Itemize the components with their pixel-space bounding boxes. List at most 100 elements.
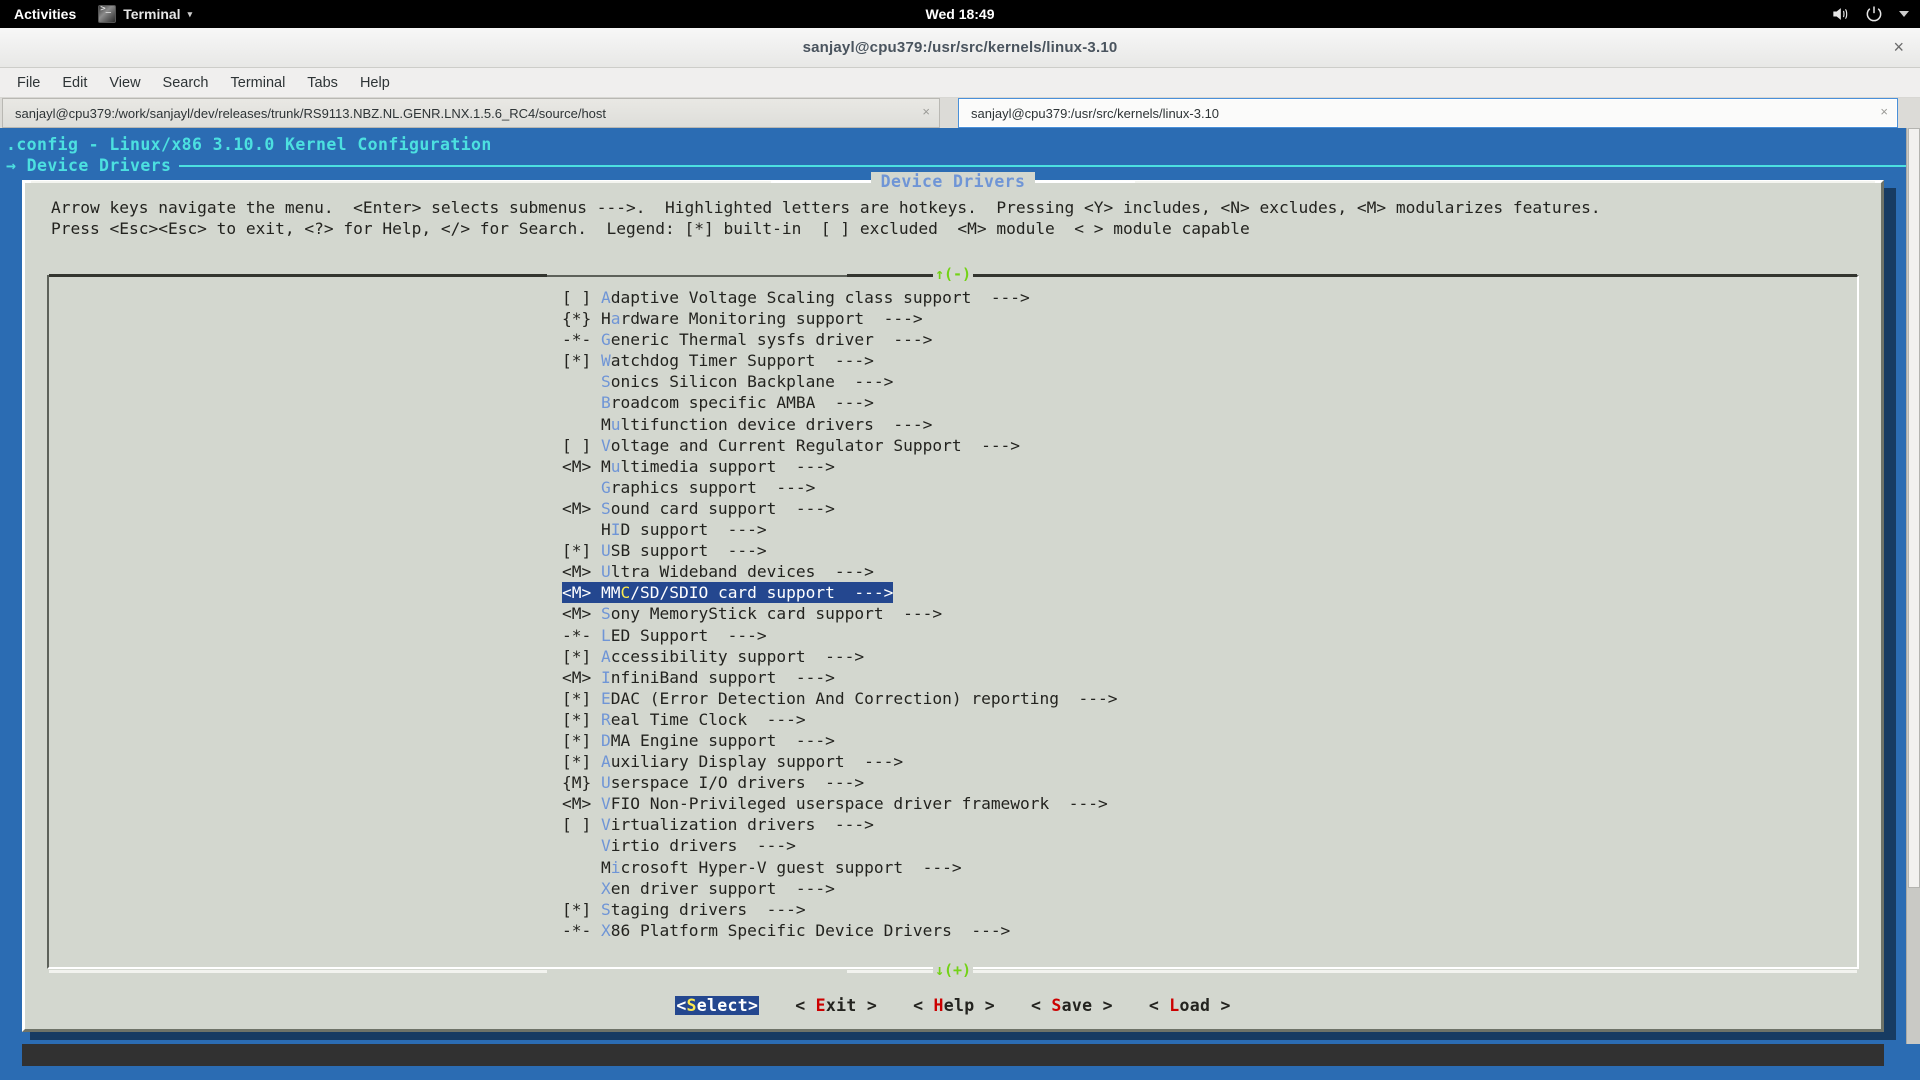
menu-item-state — [562, 372, 601, 391]
instructions-line-1: Arrow keys navigate the menu. <Enter> se… — [51, 198, 1601, 217]
menu-item-state: [*] — [562, 646, 601, 666]
menu-item-hotkey: S — [600, 899, 611, 919]
menu-item-selected[interactable]: <M> MMC/SD/SDIO card support ---> — [562, 582, 894, 604]
menu-item[interactable]: [*] DMA Engine support ---> — [49, 730, 1857, 751]
menu-item[interactable]: [*] Auxiliary Display support ---> — [49, 751, 1857, 772]
menu-item-label-post: daptive Voltage Scaling class support --… — [610, 288, 1030, 307]
menu-item[interactable]: [*] Staging drivers ---> — [49, 899, 1857, 920]
clock[interactable]: Wed 18:49 — [926, 6, 995, 22]
menu-item-hotkey: G — [600, 330, 611, 350]
menu-item[interactable]: -*- LED Support ---> — [49, 625, 1857, 646]
menu-item-state: <M> — [562, 456, 601, 476]
menu-item-state: [*] — [562, 752, 601, 772]
menu-item[interactable]: [ ] Adaptive Voltage Scaling class suppo… — [49, 287, 1857, 308]
instructions-text: Arrow keys navigate the menu. <Enter> se… — [51, 197, 1865, 239]
menu-item[interactable]: [*] Real Time Clock ---> — [49, 709, 1857, 730]
menu-item[interactable]: [*] USB support ---> — [49, 540, 1857, 561]
menu-item[interactable]: [*] Accessibility support ---> — [49, 646, 1857, 667]
menu-item-terminal[interactable]: Terminal — [220, 72, 297, 94]
menu-item-hotkey: W — [600, 351, 611, 371]
button-prefix: < — [1148, 996, 1170, 1015]
button-prefix: < — [913, 996, 934, 1015]
menu-item-label-post: atchdog Timer Support ---> — [610, 351, 874, 371]
menu-item-label-post: ltifunction device drivers ---> — [620, 414, 933, 434]
button-oad[interactable]: < Load > — [1149, 996, 1231, 1015]
menu-item-state: -*- — [562, 625, 601, 645]
button-prefix: < — [795, 996, 816, 1015]
menu-item-label-pre: H — [600, 309, 611, 329]
tab-label: sanjayl@cpu379:/usr/src/kernels/linux-3.… — [971, 105, 1220, 121]
menu-item[interactable]: Sonics Silicon Backplane ---> — [49, 371, 1857, 392]
terminal-tab-1[interactable]: sanjayl@cpu379:/work/sanjayl/dev/release… — [2, 98, 940, 128]
button-ave[interactable]: < Save > — [1031, 996, 1113, 1015]
chevron-down-icon[interactable] — [1898, 8, 1910, 20]
menu-item-tabs[interactable]: Tabs — [296, 72, 349, 94]
menu-item-label-post: SB support ---> — [610, 541, 767, 561]
menu-item-state: [*] — [562, 688, 601, 708]
menu-item-label-post: irtio drivers ---> — [610, 836, 796, 856]
button-elect[interactable]: <Select> — [675, 996, 760, 1015]
menu-item-label-post: crosoft Hyper-V guest support ---> — [620, 857, 962, 877]
button-label: oad > — [1179, 996, 1231, 1015]
menu-item[interactable]: HID support ---> — [49, 519, 1857, 540]
menu-item[interactable]: Graphics support ---> — [49, 477, 1857, 498]
menu-item-hotkey: L — [600, 625, 611, 645]
activities-button[interactable]: Activities — [0, 6, 90, 22]
menu-item[interactable]: <M> VFIO Non-Privileged userspace driver… — [49, 793, 1857, 814]
terminal-tab-2[interactable]: sanjayl@cpu379:/usr/src/kernels/linux-3.… — [958, 98, 1898, 128]
menu-item[interactable]: Multifunction device drivers ---> — [49, 414, 1857, 435]
menu-item-state: -*- — [562, 330, 601, 350]
menu-item[interactable]: {M} Userspace I/O drivers ---> — [49, 772, 1857, 793]
button-xit[interactable]: < Exit > — [795, 996, 877, 1015]
scroll-up-rule-left — [49, 274, 547, 277]
menu-item[interactable]: [ ] Virtualization drivers ---> — [49, 814, 1857, 835]
menu-item[interactable]: <M> Ultra Wideband devices ---> — [49, 561, 1857, 582]
menu-item[interactable]: <M> Sound card support ---> — [49, 498, 1857, 519]
menu-item[interactable]: <M> InfiniBand support ---> — [49, 667, 1857, 688]
button-elp[interactable]: < Help > — [913, 996, 995, 1015]
menu-list-box: ↑(-) [ ] Adaptive Voltage Scaling class … — [47, 265, 1859, 979]
menu-item[interactable]: -*- Generic Thermal sysfs driver ---> — [49, 329, 1857, 350]
menu-item[interactable]: -*- X86 Platform Specific Device Drivers… — [49, 920, 1857, 941]
system-tray[interactable] — [1830, 4, 1910, 24]
scrollbar-thumb[interactable] — [1908, 128, 1920, 888]
tab-close-icon[interactable]: × — [1880, 104, 1888, 119]
menu-item[interactable]: Xen driver support ---> — [49, 878, 1857, 899]
menu-item-state — [562, 393, 601, 412]
menu-item[interactable]: [*] Watchdog Timer Support ---> — [49, 350, 1857, 371]
close-icon[interactable]: × — [1893, 38, 1904, 56]
menu-item-hotkey: V — [600, 435, 611, 455]
button-hotkey: S — [1051, 996, 1062, 1015]
button-hotkey: H — [933, 996, 944, 1015]
menu-item-label-pre: H — [600, 520, 611, 540]
menu-item-hotkey: S — [600, 604, 611, 624]
menu-item[interactable]: [ ] Voltage and Current Regulator Suppor… — [49, 435, 1857, 456]
menu-item[interactable]: Broadcom specific AMBA ---> — [49, 392, 1857, 413]
power-icon[interactable] — [1864, 4, 1884, 24]
menu-item-label-pre: M — [600, 414, 611, 434]
menu-item[interactable]: Microsoft Hyper-V guest support ---> — [49, 857, 1857, 878]
menu-item-edit[interactable]: Edit — [51, 72, 98, 94]
volume-icon[interactable] — [1830, 4, 1850, 24]
menu-item-search[interactable]: Search — [152, 72, 220, 94]
tab-label: sanjayl@cpu379:/work/sanjayl/dev/release… — [15, 105, 607, 121]
menu-item-view[interactable]: View — [98, 72, 151, 94]
app-menu-button[interactable]: Terminal ▾ — [90, 5, 200, 23]
menu-item-hotkey: U — [600, 773, 611, 793]
tab-close-icon[interactable]: × — [922, 104, 930, 119]
menu-item-help[interactable]: Help — [349, 72, 401, 94]
menu-item-label-post: nfiniBand support ---> — [610, 667, 835, 687]
menu-item-label-post: D support ---> — [620, 520, 767, 540]
menu-item[interactable]: <M> Multimedia support ---> — [49, 456, 1857, 477]
menu-item-hotkey: R — [600, 709, 611, 729]
menu-item[interactable]: <M> Sony MemoryStick card support ---> — [49, 603, 1857, 624]
chevron-down-icon: ▾ — [187, 8, 193, 19]
menu-item-file[interactable]: File — [6, 72, 51, 94]
menu-item-label-post: oltage and Current Regulator Support ---… — [610, 435, 1021, 455]
menu-item[interactable]: [*] EDAC (Error Detection And Correction… — [49, 688, 1857, 709]
terminal-scrollbar[interactable] — [1906, 128, 1920, 1044]
menu-item-label-post: /SD/SDIO card support ---> — [630, 583, 894, 603]
menu-item[interactable]: {*} Hardware Monitoring support ---> — [49, 308, 1857, 329]
menu-item[interactable]: Virtio drivers ---> — [49, 835, 1857, 856]
menu-item-state — [562, 836, 601, 855]
